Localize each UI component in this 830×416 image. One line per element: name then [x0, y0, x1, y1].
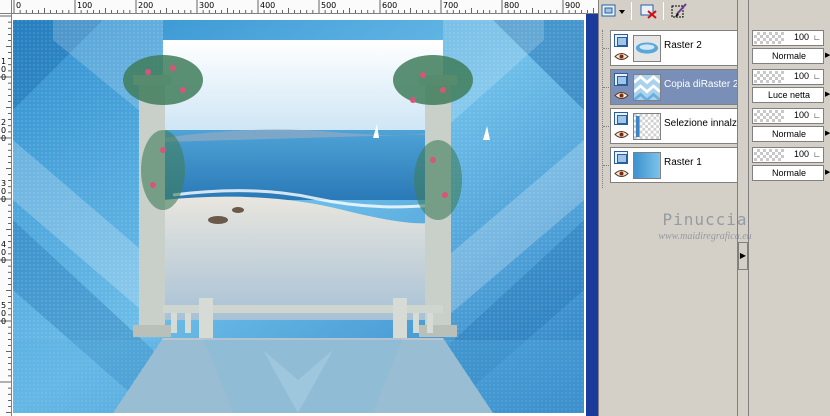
tree-connector: [603, 87, 611, 88]
visibility-eye-icon[interactable]: [614, 91, 629, 100]
delete-layer-button[interactable]: [639, 1, 659, 21]
opacity-spinner-icon[interactable]: ∟: [812, 110, 822, 122]
document-image[interactable]: [13, 20, 584, 413]
ruler-label: 0: [16, 1, 21, 10]
blend-mode-value: Luce netta: [767, 90, 811, 100]
ruler-label: 600: [382, 1, 397, 10]
layer-name: Raster 1: [664, 157, 702, 168]
blend-mode-select[interactable]: Normale: [752, 48, 824, 64]
layer-row-copia-di-raster-2[interactable]: Copia diRaster 2: [603, 69, 738, 105]
ruler-top[interactable]: 0 100 200 300 400 500 600 700 800 900: [12, 0, 598, 14]
palette-splitter[interactable]: [737, 0, 749, 416]
opacity-field[interactable]: 100 ∟: [752, 147, 824, 163]
ruler-label: 500: [321, 1, 336, 10]
blend-mode-select[interactable]: Luce netta: [752, 87, 824, 103]
blend-dropdown-arrow-icon[interactable]: ▶: [825, 165, 830, 181]
ruler-label: 0: [1, 256, 6, 265]
opacity-spinner-icon[interactable]: ∟: [812, 32, 822, 44]
edit-selection-button[interactable]: [669, 1, 689, 21]
ruler-label: 0: [1, 134, 6, 143]
psp-window: 0 100 200 300 400 500 600 700 800 900 100 200 300 40…: [0, 0, 830, 416]
ruler-label: 400: [260, 1, 275, 10]
layer-name: Selezione innalzata: [664, 118, 738, 129]
ruler-label: 700: [443, 1, 458, 10]
tree-connector: [603, 165, 611, 166]
seaside-artwork: [13, 20, 584, 413]
raster-layer-icon: [614, 73, 628, 86]
opacity-value: 100: [793, 71, 809, 81]
ruler-label: 100: [77, 1, 92, 10]
blend-dropdown-arrow-icon[interactable]: ▶: [825, 48, 830, 64]
ruler-left-ticks: 100200300400500: [0, 15, 11, 413]
visibility-eye-icon[interactable]: [614, 130, 629, 139]
delete-layer-icon: [640, 4, 657, 19]
layer-thumbnail: [633, 74, 661, 101]
ruler-label: 300: [199, 1, 214, 10]
ruler-label: 0: [1, 73, 6, 82]
opacity-value: 100: [793, 32, 809, 42]
canvas-vertical-scrollbar[interactable]: [586, 14, 598, 416]
ruler-label: 900: [565, 1, 580, 10]
edit-icon: [671, 3, 687, 18]
ruler-label: 200: [138, 1, 153, 10]
ruler-left[interactable]: 100200300400500: [0, 14, 12, 416]
opacity-checker: [754, 149, 784, 161]
blend-mode-select[interactable]: Normale: [752, 126, 824, 142]
ruler-label: 800: [504, 1, 519, 10]
raster-layer-icon: [614, 112, 628, 125]
toolbar-separator: [631, 2, 632, 20]
opacity-field[interactable]: 100 ∟: [752, 108, 824, 124]
layer-props-copia-di-raster-2: 100 ∟ Luce netta ▶: [752, 69, 830, 107]
canvas-area: 0 100 200 300 400 500 600 700 800 900 100 200 300 40…: [0, 0, 598, 416]
ruler-top-ticks: 0 100 200 300 400 500 600 700 800 900: [13, 0, 594, 13]
opacity-checker: [754, 71, 784, 83]
layer-thumbnail: [633, 35, 661, 62]
opacity-field[interactable]: 100 ∟: [752, 69, 824, 85]
layer-thumbnail: [633, 113, 661, 140]
layer-props-raster-2: 100 ∟ Normale ▶: [752, 30, 830, 68]
layers-toolbar: [599, 0, 830, 22]
raster-layer-icon: [614, 34, 628, 47]
opacity-spinner-icon[interactable]: ∟: [812, 149, 822, 161]
visibility-eye-icon[interactable]: [614, 169, 629, 178]
blend-mode-select[interactable]: Normale: [752, 165, 824, 181]
blend-dropdown-arrow-icon[interactable]: ▶: [825, 126, 830, 142]
opacity-checker: [754, 110, 784, 122]
opacity-value: 100: [793, 149, 809, 159]
layer-props-raster-1: 100 ∟ Normale ▶: [752, 147, 830, 185]
opacity-value: 100: [793, 110, 809, 120]
tree-connector: [603, 126, 611, 127]
layer-properties: 100 ∟ Normale ▶ 100 ∟ Luce netta ▶ 100 ∟…: [752, 22, 830, 416]
new-layer-icon: [601, 4, 625, 17]
opacity-field[interactable]: 100 ∟: [752, 30, 824, 46]
layer-thumbnail: [633, 152, 661, 179]
layer-row-raster-2[interactable]: Raster 2: [603, 30, 738, 66]
layer-props-selezione-innalzata: 100 ∟ Normale ▶: [752, 108, 830, 146]
blend-dropdown-arrow-icon[interactable]: ▶: [825, 87, 830, 103]
opacity-spinner-icon[interactable]: ∟: [812, 71, 822, 83]
layer-row-raster-1[interactable]: Raster 1: [603, 147, 738, 183]
visibility-eye-icon[interactable]: [614, 52, 629, 61]
tree-connector: [603, 48, 611, 49]
layer-name: Copia diRaster 2: [664, 79, 738, 90]
layers-list: Raster 2 Copia diRaster 2 Selezione inna…: [600, 22, 750, 416]
blend-mode-value: Normale: [771, 129, 806, 139]
new-layer-button[interactable]: [600, 1, 628, 21]
toolbar-separator: [663, 2, 664, 20]
layer-row-selezione-innalzata[interactable]: Selezione innalzata: [603, 108, 738, 144]
ruler-label: 0: [1, 195, 6, 204]
blend-mode-value: Normale: [771, 51, 806, 61]
blend-mode-value: Normale: [771, 168, 806, 178]
layers-palette: Raster 2 Copia diRaster 2 Selezione inna…: [598, 0, 830, 416]
raster-layer-icon: [614, 151, 628, 164]
splitter-handle-icon[interactable]: ▶: [738, 242, 748, 270]
ruler-label: 0: [1, 317, 6, 326]
layer-name: Raster 2: [664, 40, 702, 51]
opacity-checker: [754, 32, 784, 44]
ruler-corner: [0, 0, 12, 14]
